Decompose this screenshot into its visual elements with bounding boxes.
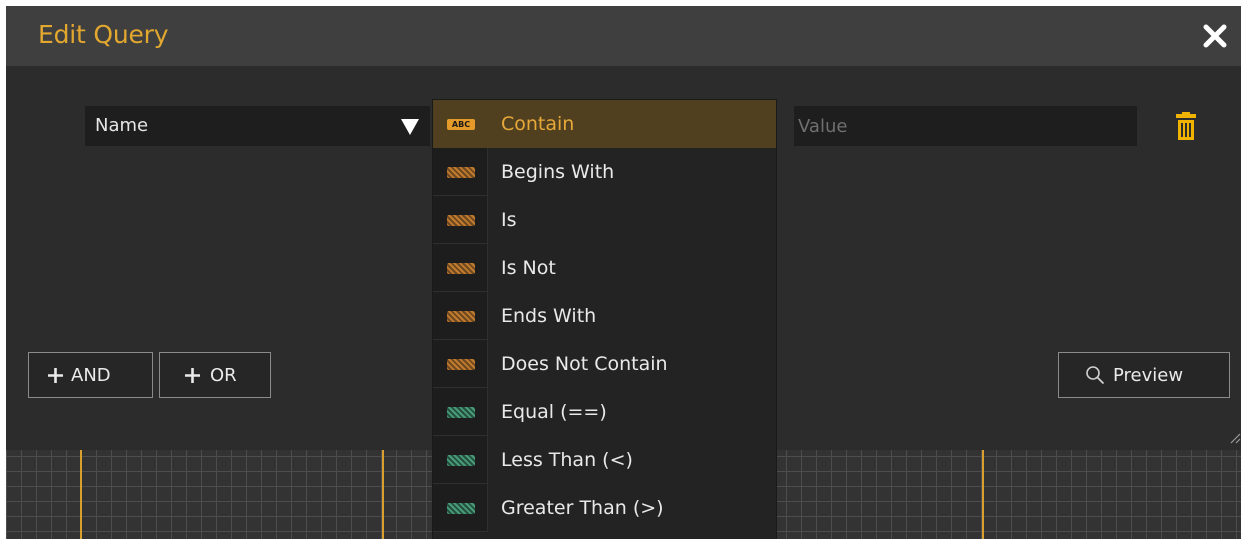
operator-option-contain[interactable]: ABC Contain [433, 100, 776, 148]
operator-dropdown[interactable]: ABC Contain Begins With Is Is Not Ends W… [433, 100, 776, 539]
add-and-label: AND [71, 365, 111, 386]
dialog-title: Edit Query [38, 20, 169, 49]
screen: Edit Query Name AN [0, 0, 1241, 539]
operator-option-label: Does Not Contain [501, 353, 668, 375]
operator-option-does-not-contain[interactable]: Does Not Contain [433, 340, 776, 388]
operator-option-begins-with[interactable]: Begins With [433, 148, 776, 196]
operator-option-is-not[interactable]: Is Not [433, 244, 776, 292]
string-type-icon [447, 167, 475, 178]
field-select-value: Name [95, 115, 149, 136]
add-or-label: OR [210, 365, 237, 386]
operator-option-label: Less Than (<) [501, 449, 633, 471]
preview-button[interactable]: Preview [1058, 352, 1230, 398]
add-or-button[interactable]: OR [159, 352, 271, 398]
search-icon [1086, 366, 1105, 385]
close-button[interactable] [1199, 20, 1231, 52]
string-type-icon [447, 263, 475, 274]
close-icon [1203, 24, 1227, 48]
string-type-icon [447, 359, 475, 370]
operator-option-ends-with[interactable]: Ends With [433, 292, 776, 340]
operator-option-label: Contain [501, 113, 575, 135]
number-type-icon [447, 455, 475, 466]
operator-option-is[interactable]: Is [433, 196, 776, 244]
operator-option-less-than[interactable]: Less Than (<) [433, 436, 776, 484]
number-type-icon [447, 503, 475, 514]
plus-icon [185, 368, 200, 383]
operator-option-greater-than[interactable]: Greater Than (>) [433, 484, 776, 532]
plus-icon [48, 368, 63, 383]
value-input[interactable] [794, 106, 1137, 146]
grid-highlight-line [982, 450, 984, 539]
dialog-titlebar: Edit Query [6, 6, 1241, 66]
triangle-down-icon [401, 119, 419, 135]
number-type-icon [447, 407, 475, 418]
operator-option-label: Ends With [501, 305, 597, 327]
operator-option-equal[interactable]: Equal (==) [433, 388, 776, 436]
operator-option-label: Begins With [501, 161, 615, 183]
operator-option-label: Equal (==) [501, 401, 607, 423]
operator-option-label: Greater Than (>) [501, 497, 664, 519]
operator-option-label: Is [501, 209, 517, 231]
preview-label: Preview [1113, 365, 1184, 386]
field-select[interactable]: Name [85, 106, 430, 146]
grid-highlight-line [382, 450, 384, 539]
add-and-button[interactable]: AND [28, 352, 153, 398]
string-type-icon: ABC [447, 119, 475, 130]
string-type-icon [447, 311, 475, 322]
operator-option-label: Is Not [501, 257, 556, 279]
grid-highlight-line [80, 450, 82, 539]
resize-grip-icon[interactable] [1229, 432, 1241, 444]
trash-icon[interactable] [1174, 112, 1198, 140]
string-type-icon [447, 215, 475, 226]
